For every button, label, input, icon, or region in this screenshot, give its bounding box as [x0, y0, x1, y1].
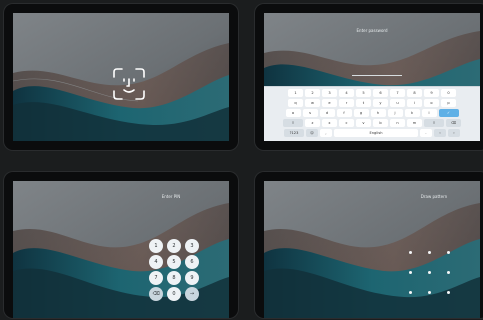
shift-key-right[interactable]: ⇧	[424, 119, 444, 127]
pin-key-0[interactable]: 0	[167, 287, 181, 301]
key-p[interactable]: p	[441, 99, 456, 107]
pattern-dot[interactable]	[428, 251, 431, 254]
pin-key-9[interactable]: 9	[185, 271, 199, 285]
password-input[interactable]	[352, 75, 402, 76]
password-prompt: Enter password	[356, 28, 388, 33]
pin-key-4[interactable]: 4	[149, 255, 163, 269]
key-n[interactable]: n	[390, 119, 405, 127]
key-h[interactable]: h	[370, 109, 386, 117]
key-1[interactable]: 1	[288, 89, 303, 97]
key-s[interactable]: s	[302, 109, 318, 117]
pin-backspace-button[interactable]: ⌫	[149, 287, 163, 301]
key-v[interactable]: v	[356, 119, 371, 127]
tablet-pin: Enter PIN 1 2 3 4 5 6 7 8 9 ⌫ 0 →	[4, 172, 238, 318]
pattern-dot[interactable]	[409, 291, 412, 294]
pin-submit-button[interactable]: →	[185, 287, 199, 301]
key-u[interactable]: u	[390, 99, 405, 107]
pin-key-3[interactable]: 3	[185, 239, 199, 253]
key-y[interactable]: y	[373, 99, 388, 107]
tablet-password: Enter password 1 2 3 4 5 6 7 8 9 0 q w e…	[255, 4, 483, 150]
key-2[interactable]: 2	[305, 89, 320, 97]
pin-key-7[interactable]: 7	[149, 271, 163, 285]
pin-key-8[interactable]: 8	[167, 271, 181, 285]
key-z[interactable]: z	[305, 119, 320, 127]
wallpaper	[264, 181, 480, 318]
pattern-prompt: Draw pattern	[420, 194, 448, 199]
keyboard-row-numbers: 1 2 3 4 5 6 7 8 9 0	[264, 89, 480, 97]
pin-prompt: Enter PIN	[161, 194, 181, 199]
pattern-dot[interactable]	[447, 291, 450, 294]
pattern-dot[interactable]	[447, 251, 450, 254]
key-k[interactable]: k	[404, 109, 420, 117]
arrow-left-key[interactable]: ‹	[434, 129, 446, 137]
lockscreen-pin: Enter PIN 1 2 3 4 5 6 7 8 9 ⌫ 0 →	[13, 181, 229, 318]
pin-key-2[interactable]: 2	[167, 239, 181, 253]
lockscreen-face	[13, 13, 229, 141]
pin-key-5[interactable]: 5	[167, 255, 181, 269]
lockscreen-password: Enter password 1 2 3 4 5 6 7 8 9 0 q w e…	[264, 13, 480, 141]
tablet-pattern: Draw pattern	[255, 172, 483, 318]
key-w[interactable]: w	[305, 99, 320, 107]
face-unlock-icon[interactable]	[112, 67, 146, 101]
backspace-key[interactable]: ⌫	[446, 119, 461, 127]
enter-key[interactable]: ✓	[438, 109, 459, 117]
key-f[interactable]: f	[336, 109, 352, 117]
key-x[interactable]: x	[322, 119, 337, 127]
key-e[interactable]: e	[322, 99, 337, 107]
lockscreen-pattern: Draw pattern	[264, 181, 480, 318]
key-m[interactable]: m	[407, 119, 422, 127]
pattern-dot[interactable]	[409, 251, 412, 254]
arrow-right-key[interactable]: ›	[448, 129, 460, 137]
keyboard-row-middle: a s d f g h j k l ✓	[264, 109, 480, 117]
key-3[interactable]: 3	[322, 89, 337, 97]
key-5[interactable]: 5	[356, 89, 371, 97]
key-c[interactable]: c	[339, 119, 354, 127]
pattern-dot[interactable]	[409, 271, 412, 274]
keyboard-row-bottom: ⇧ z x c v b n m ⇧ ⌫	[264, 119, 480, 127]
symbols-key[interactable]: ?123	[284, 129, 304, 137]
comma-key[interactable]: ,	[320, 129, 332, 137]
key-j[interactable]: j	[387, 109, 403, 117]
pattern-dot[interactable]	[428, 271, 431, 274]
key-t[interactable]: t	[356, 99, 371, 107]
key-o[interactable]: o	[424, 99, 439, 107]
period-key[interactable]: .	[420, 129, 432, 137]
pin-keypad: 1 2 3 4 5 6 7 8 9 ⌫ 0 →	[149, 239, 199, 317]
pin-key-1[interactable]: 1	[149, 239, 163, 253]
key-6[interactable]: 6	[373, 89, 388, 97]
key-4[interactable]: 4	[339, 89, 354, 97]
keyboard-row-space: ?123 ☺ , English . ‹ ›	[264, 129, 480, 137]
key-d[interactable]: d	[319, 109, 335, 117]
key-8[interactable]: 8	[407, 89, 422, 97]
keyboard-row-top: q w e r t y u i o p	[264, 99, 480, 107]
shift-key[interactable]: ⇧	[283, 119, 303, 127]
pin-key-6[interactable]: 6	[185, 255, 199, 269]
key-a[interactable]: a	[285, 109, 301, 117]
pattern-dot[interactable]	[428, 291, 431, 294]
on-screen-keyboard: 1 2 3 4 5 6 7 8 9 0 q w e r t y u i o p …	[264, 86, 480, 141]
pattern-dot[interactable]	[447, 271, 450, 274]
key-0[interactable]: 0	[441, 89, 456, 97]
key-7[interactable]: 7	[390, 89, 405, 97]
tablet-face-unlock	[4, 4, 238, 150]
key-l[interactable]: l	[421, 109, 437, 117]
key-b[interactable]: b	[373, 119, 388, 127]
key-g[interactable]: g	[353, 109, 369, 117]
key-9[interactable]: 9	[424, 89, 439, 97]
key-q[interactable]: q	[288, 99, 303, 107]
key-r[interactable]: r	[339, 99, 354, 107]
space-key[interactable]: English	[334, 129, 418, 137]
emoji-key[interactable]: ☺	[306, 129, 318, 137]
key-i[interactable]: i	[407, 99, 422, 107]
